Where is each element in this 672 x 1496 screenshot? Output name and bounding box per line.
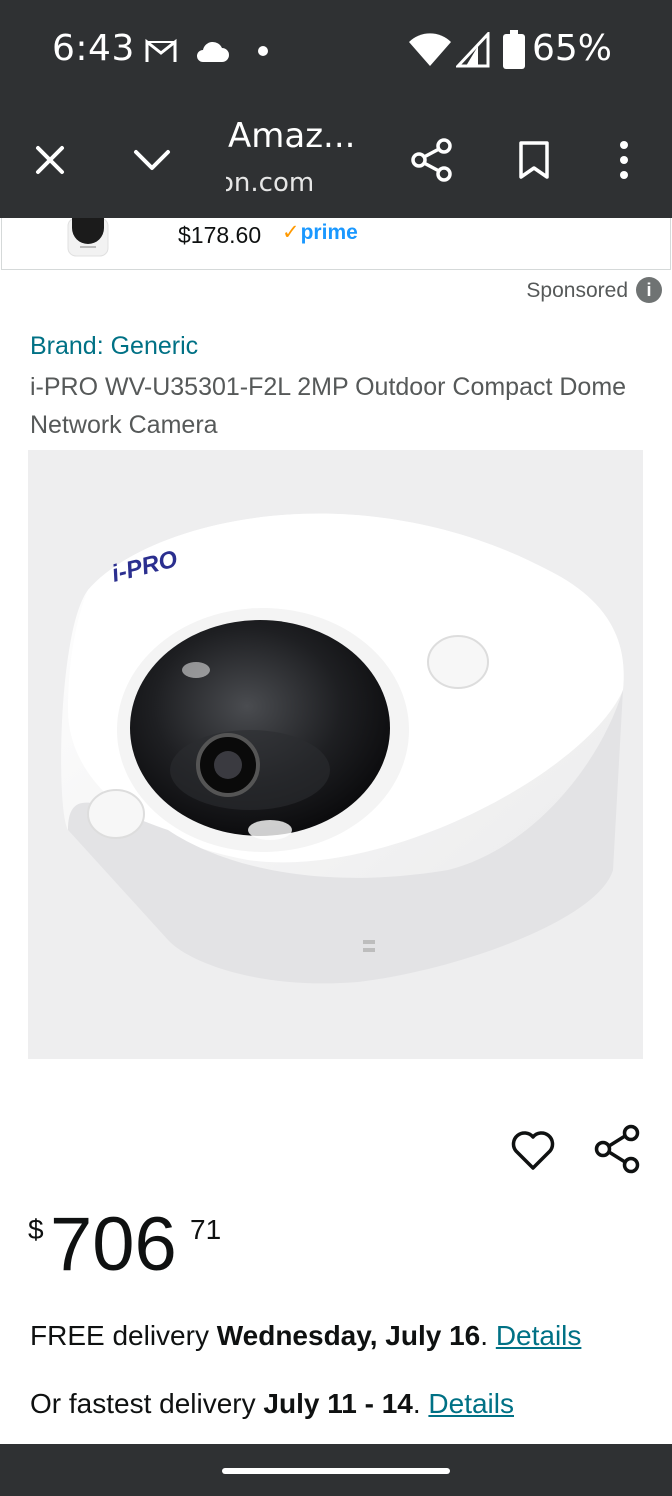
browser-chrome: 6:43 65% Amaz... on.com <box>0 0 672 218</box>
prime-label: prime <box>300 221 358 244</box>
wishlist-heart-icon[interactable] <box>510 1128 556 1174</box>
info-icon[interactable]: i <box>636 277 662 303</box>
status-time: 6:43 <box>52 28 135 69</box>
more-options-button[interactable] <box>594 130 654 190</box>
close-icon <box>36 146 64 174</box>
status-bar: 6:43 65% <box>0 0 672 100</box>
share-page-button[interactable] <box>402 130 462 190</box>
sponsored-product-thumbnail[interactable] <box>66 218 110 258</box>
delivery-suffix: . <box>480 1320 496 1351</box>
browser-toolbar: Amaz... on.com <box>0 100 672 218</box>
delivery-details-link[interactable]: Details <box>496 1320 582 1351</box>
prime-check-icon: ✓ <box>282 221 300 244</box>
signal-icon <box>456 32 490 68</box>
minimize-tab-button[interactable] <box>122 130 182 190</box>
bookmark-button[interactable] <box>504 130 564 190</box>
cloud-icon <box>197 41 229 62</box>
product-title: i-PRO WV-U35301-F2L 2MP Outdoor Compact … <box>30 373 627 439</box>
sponsored-product-card[interactable]: $178.60 ✓prime <box>1 218 671 270</box>
wifi-icon <box>409 33 451 66</box>
price-fraction: 71 <box>190 1214 222 1245</box>
sponsored-label: Sponsored <box>526 279 628 302</box>
fastest-date: July 11 - 14 <box>263 1388 413 1419</box>
tab-title: Amaz... <box>228 116 356 156</box>
delivery-date: Wednesday, July 16 <box>216 1320 481 1351</box>
free-delivery-line: FREE delivery Wednesday, July 16. Detail… <box>30 1320 581 1352</box>
dot-icon <box>258 46 268 56</box>
gesture-handle[interactable] <box>222 1468 450 1474</box>
tab-url: on.com <box>226 168 346 198</box>
sponsored-price: $178.60 <box>178 222 262 248</box>
price-whole: 706 <box>50 1202 177 1287</box>
share-icon <box>411 138 452 182</box>
product-image[interactable]: i-PRO <box>28 450 643 1059</box>
fastest-delivery-line: Or fastest delivery July 11 - 14. Detail… <box>30 1388 514 1420</box>
close-tab-button[interactable] <box>20 130 80 190</box>
battery-icon <box>503 30 525 69</box>
battery-percent: 65% <box>531 28 612 69</box>
product-share-icon[interactable] <box>594 1124 642 1174</box>
more-vert-icon <box>620 141 628 179</box>
delivery-prefix: FREE delivery <box>30 1320 217 1351</box>
bookmark-icon <box>519 141 549 179</box>
fastest-details-link[interactable]: Details <box>428 1388 514 1419</box>
camera-illustration: i-PRO <box>61 513 624 984</box>
chevron-down-icon <box>134 150 170 170</box>
gmail-icon <box>145 38 177 62</box>
price-currency-symbol: $ <box>28 1214 44 1245</box>
fastest-prefix: Or fastest delivery <box>30 1388 264 1419</box>
tab-url-text: on.com <box>226 168 315 198</box>
brand-link[interactable]: Brand: Generic <box>30 332 198 361</box>
fastest-suffix: . <box>412 1388 429 1419</box>
prime-badge: ✓prime <box>282 220 358 245</box>
system-nav-bar <box>0 1444 672 1496</box>
